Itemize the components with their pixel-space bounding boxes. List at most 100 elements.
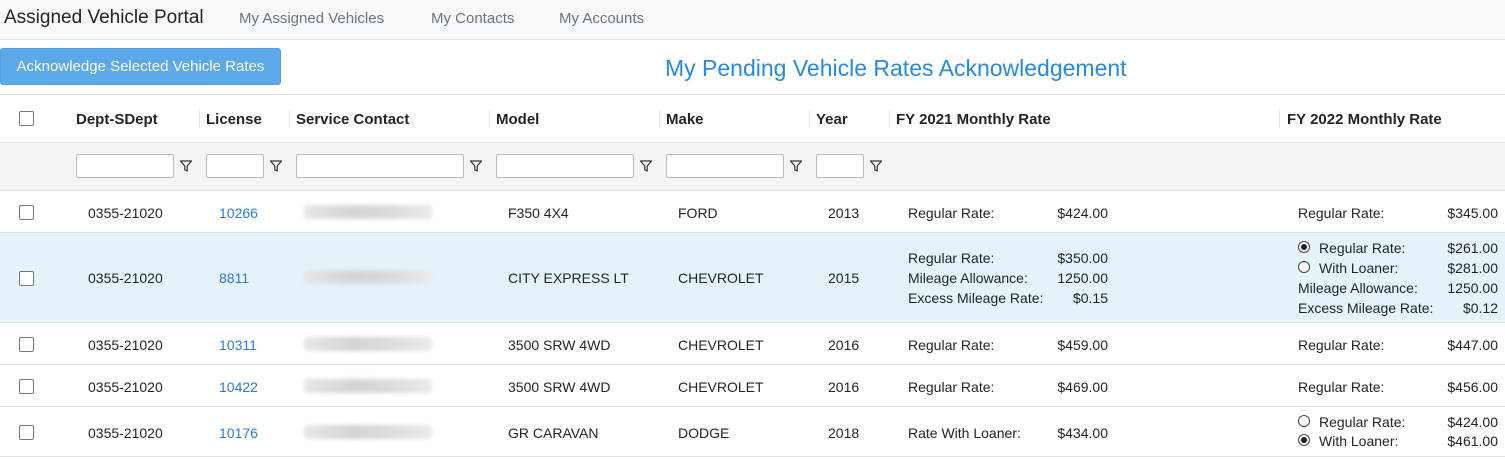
regular-rate-radio[interactable] bbox=[1298, 415, 1310, 427]
column-divider[interactable] bbox=[289, 110, 290, 128]
table-row[interactable]: 0355-21020 10176 GR CARAVAN DODGE 2018 R… bbox=[0, 407, 1505, 457]
service-contact-redacted bbox=[304, 337, 432, 351]
model-cell: F350 4X4 bbox=[508, 205, 569, 221]
fy21-excess-value: $0.15 bbox=[1072, 290, 1108, 306]
page-title: My Pending Vehicle Rates Acknowledgement bbox=[665, 55, 1127, 81]
fy22-rate-value: $456.00 bbox=[1447, 379, 1498, 395]
column-divider[interactable] bbox=[199, 110, 200, 128]
column-divider[interactable] bbox=[489, 110, 490, 128]
dept-cell: 0355-21020 bbox=[88, 337, 163, 353]
filter-service-contact-input[interactable] bbox=[296, 154, 464, 178]
dept-cell: 0355-21020 bbox=[88, 270, 163, 286]
fy22-mileage-value: 1250.00 bbox=[1447, 280, 1498, 296]
header-license[interactable]: License bbox=[206, 111, 262, 128]
filter-license-input[interactable] bbox=[206, 154, 264, 178]
fy21-rate-label: Regular Rate: bbox=[908, 205, 995, 221]
with-loaner-radio[interactable] bbox=[1298, 434, 1310, 446]
license-link[interactable]: 10266 bbox=[219, 205, 258, 221]
table-row[interactable]: 0355-21020 10422 3500 SRW 4WD CHEVROLET … bbox=[0, 365, 1505, 407]
column-divider[interactable] bbox=[659, 110, 660, 128]
regular-rate-radio[interactable] bbox=[1298, 241, 1310, 253]
filter-dept-input[interactable] bbox=[76, 154, 174, 178]
table-row[interactable]: 0355-21020 8811 CITY EXPRESS LT CHEVROLE… bbox=[0, 233, 1505, 323]
filter-icon[interactable] bbox=[869, 159, 883, 173]
fy21-rate-value: $469.00 bbox=[1057, 379, 1108, 395]
service-contact-redacted bbox=[304, 205, 432, 219]
select-all-checkbox[interactable] bbox=[19, 111, 34, 126]
header-fy2021-rate[interactable]: FY 2021 Monthly Rate bbox=[896, 111, 1051, 128]
fy22-loaner-value: $461.00 bbox=[1447, 433, 1498, 449]
header-fy2022-rate[interactable]: FY 2022 Monthly Rate bbox=[1287, 111, 1442, 128]
license-link[interactable]: 10176 bbox=[219, 425, 258, 441]
fy22-rate-label: Regular Rate: bbox=[1319, 414, 1406, 430]
nav-my-accounts[interactable]: My Accounts bbox=[559, 10, 644, 27]
license-link[interactable]: 10422 bbox=[219, 379, 258, 395]
license-link[interactable]: 10311 bbox=[219, 337, 257, 353]
top-navbar: Assigned Vehicle Portal My Assigned Vehi… bbox=[0, 0, 1505, 40]
row-checkbox[interactable] bbox=[19, 379, 34, 394]
fy22-rate-value: $424.00 bbox=[1447, 414, 1498, 430]
fy22-rate-value: $261.00 bbox=[1447, 240, 1498, 256]
table-row[interactable]: 0355-21020 10266 F350 4X4 FORD 2013 Regu… bbox=[0, 191, 1505, 233]
service-contact-redacted bbox=[304, 379, 432, 393]
column-divider[interactable] bbox=[809, 110, 810, 128]
fy22-rate-label: Regular Rate: bbox=[1298, 379, 1385, 395]
fy21-rate-value: $424.00 bbox=[1057, 205, 1108, 221]
make-cell: DODGE bbox=[678, 425, 730, 441]
fy22-loaner-label: With Loaner: bbox=[1319, 433, 1399, 449]
model-cell: GR CARAVAN bbox=[508, 425, 599, 441]
fy21-rate-value: $434.00 bbox=[1057, 425, 1108, 441]
table-header: Dept-SDept License Service Contact Model… bbox=[0, 94, 1505, 143]
row-checkbox[interactable] bbox=[19, 271, 34, 286]
fy21-rate-label: Regular Rate: bbox=[908, 379, 995, 395]
year-cell: 2016 bbox=[828, 379, 860, 395]
header-model[interactable]: Model bbox=[496, 111, 539, 128]
header-dept-sdept[interactable]: Dept-SDept bbox=[76, 111, 158, 128]
fy21-mileage-label: Mileage Allowance: bbox=[908, 270, 1028, 286]
filter-icon[interactable] bbox=[639, 159, 653, 173]
filter-make-input[interactable] bbox=[666, 154, 784, 178]
model-cell: 3500 SRW 4WD bbox=[508, 337, 611, 353]
year-cell: 2018 bbox=[828, 425, 860, 441]
with-loaner-radio[interactable] bbox=[1298, 261, 1310, 273]
dept-cell: 0355-21020 bbox=[88, 379, 163, 395]
acknowledge-selected-button[interactable]: Acknowledge Selected Vehicle Rates bbox=[0, 48, 281, 85]
filter-model-input[interactable] bbox=[496, 154, 634, 178]
nav-my-contacts[interactable]: My Contacts bbox=[431, 10, 514, 27]
row-checkbox[interactable] bbox=[19, 205, 34, 220]
header-make[interactable]: Make bbox=[666, 111, 704, 128]
filter-icon[interactable] bbox=[469, 159, 483, 173]
dept-cell: 0355-21020 bbox=[88, 425, 163, 441]
dept-cell: 0355-21020 bbox=[88, 205, 163, 221]
make-cell: CHEVROLET bbox=[678, 337, 764, 353]
service-contact-redacted bbox=[304, 270, 432, 284]
make-cell: CHEVROLET bbox=[678, 379, 764, 395]
row-checkbox[interactable] bbox=[19, 337, 34, 352]
fy22-rate-value: $447.00 bbox=[1447, 337, 1498, 353]
app-title[interactable]: Assigned Vehicle Portal bbox=[4, 7, 204, 29]
filter-icon[interactable] bbox=[269, 159, 283, 173]
fy21-rate-label: Regular Rate: bbox=[908, 337, 995, 353]
column-divider[interactable] bbox=[889, 110, 890, 128]
fy22-rate-label: Regular Rate: bbox=[1298, 337, 1385, 353]
year-cell: 2015 bbox=[828, 270, 860, 286]
nav-my-assigned-vehicles[interactable]: My Assigned Vehicles bbox=[239, 10, 384, 27]
fy22-excess-value: $0.12 bbox=[1462, 300, 1498, 316]
header-service-contact[interactable]: Service Contact bbox=[296, 111, 409, 128]
fy22-loaner-label: With Loaner: bbox=[1319, 260, 1399, 276]
filter-icon[interactable] bbox=[179, 159, 193, 173]
fy22-loaner-value: $281.00 bbox=[1447, 260, 1498, 276]
fy21-rate-value: $459.00 bbox=[1057, 337, 1108, 353]
table-row[interactable]: 0355-21020 10311 3500 SRW 4WD CHEVROLET … bbox=[0, 323, 1505, 365]
year-cell: 2016 bbox=[828, 337, 860, 353]
fy21-rate-value: $350.00 bbox=[1057, 250, 1108, 266]
row-checkbox[interactable] bbox=[19, 425, 34, 440]
make-cell: CHEVROLET bbox=[678, 270, 764, 286]
model-cell: 3500 SRW 4WD bbox=[508, 379, 611, 395]
fy21-rate-label: Rate With Loaner: bbox=[908, 425, 1021, 441]
filter-year-input[interactable] bbox=[816, 154, 864, 178]
column-divider[interactable] bbox=[1279, 110, 1280, 128]
filter-icon[interactable] bbox=[789, 159, 803, 173]
header-year[interactable]: Year bbox=[816, 111, 848, 128]
license-link[interactable]: 8811 bbox=[219, 270, 249, 286]
